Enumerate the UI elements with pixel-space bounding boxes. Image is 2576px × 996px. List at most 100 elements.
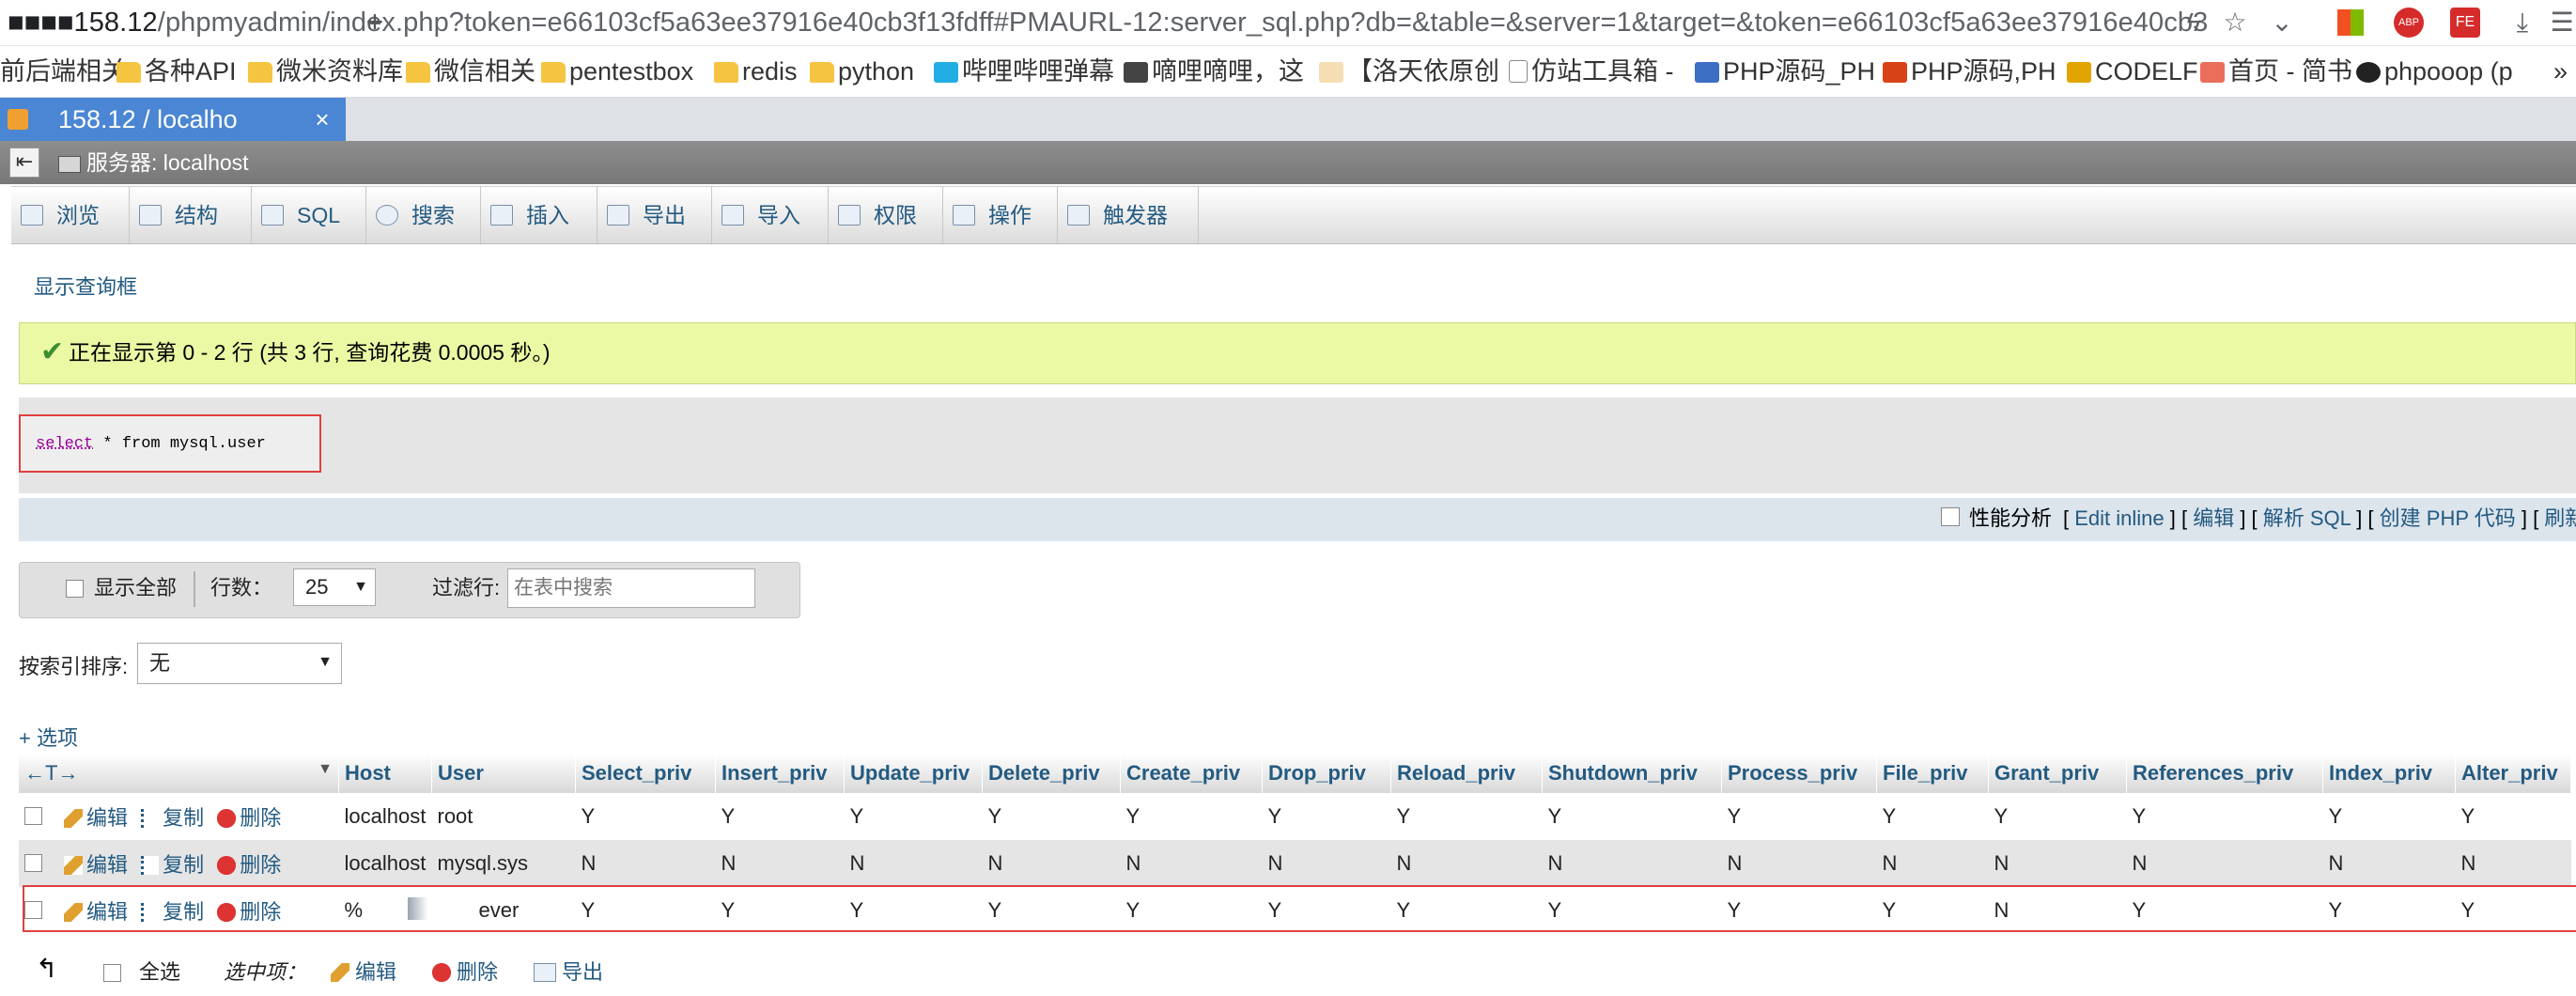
table-cell[interactable]: N xyxy=(1876,840,1989,887)
url-text[interactable]: ■■■■158.12/phpmyadmin/index.php?token=e6… xyxy=(8,6,2208,39)
check-all-label[interactable]: 全选 xyxy=(139,958,180,987)
row-checkbox[interactable] xyxy=(24,807,42,825)
column-header[interactable]: Drop_priv xyxy=(1262,754,1391,793)
table-cell[interactable]: Y xyxy=(982,887,1121,934)
edit-row-button[interactable]: 编辑 xyxy=(64,853,128,877)
menu-icon[interactable]: ☰ xyxy=(2548,8,2576,38)
table-cell[interactable]: Y xyxy=(2126,887,2323,934)
edit-inline-link[interactable]: Edit inline xyxy=(2074,506,2164,530)
bookmark-item[interactable]: CODELF xyxy=(2067,55,2198,87)
column-header[interactable]: Grant_priv xyxy=(1988,754,2127,793)
edit-row-button[interactable]: 编辑 xyxy=(64,900,128,924)
server-breadcrumb[interactable]: 服务器: localhost xyxy=(86,148,249,177)
close-icon[interactable]: × xyxy=(310,105,334,133)
table-cell[interactable]: Y xyxy=(1721,887,1877,934)
collapse-navigation-icon[interactable]: ⇤ xyxy=(9,148,39,178)
table-cell[interactable]: Y xyxy=(1120,793,1263,840)
table-cell[interactable]: Y xyxy=(844,793,983,840)
check-all-checkbox[interactable] xyxy=(103,964,121,982)
bookmark-item[interactable]: PHP源码_PH xyxy=(1695,55,1875,87)
lightning-icon[interactable]: ϟ xyxy=(2178,8,2210,38)
column-header[interactable]: File_priv xyxy=(1876,754,1989,793)
show-query-box-link[interactable]: 显示查询框 xyxy=(34,274,137,301)
tab-sql[interactable]: SQL xyxy=(252,187,366,243)
tab-insert[interactable]: 插入 xyxy=(481,187,597,243)
extension-windows-icon[interactable] xyxy=(2337,9,2364,36)
table-cell[interactable]: Y xyxy=(1262,887,1391,934)
table-cell[interactable]: N xyxy=(2126,840,2323,887)
table-cell[interactable]: Y xyxy=(1542,887,1722,934)
column-header[interactable]: References_priv xyxy=(2126,754,2323,793)
table-cell[interactable]: N xyxy=(1542,840,1722,887)
column-header[interactable]: Update_priv xyxy=(844,754,983,793)
bookmark-item[interactable]: 各种API xyxy=(116,55,237,87)
table-cell[interactable]: Y xyxy=(1876,793,1989,840)
column-header[interactable]: Host xyxy=(338,754,432,793)
table-cell[interactable]: Y xyxy=(1120,887,1263,934)
explain-sql-link[interactable]: 解析 SQL xyxy=(2263,506,2351,530)
table-cell[interactable]: N xyxy=(715,840,845,887)
table-cell[interactable]: N xyxy=(844,840,983,887)
table-cell[interactable]: localhost xyxy=(338,793,432,840)
column-header[interactable]: Reload_priv xyxy=(1390,754,1543,793)
tab-privileges[interactable]: 权限 xyxy=(829,187,943,243)
table-cell[interactable]: N xyxy=(1262,840,1391,887)
column-header[interactable]: Process_priv xyxy=(1721,754,1877,793)
table-row[interactable]: 编辑 复制 删除 localhost mysql.sys N N N N N N… xyxy=(19,840,2571,887)
copy-row-button[interactable]: 复制 xyxy=(141,806,204,830)
table-cell[interactable]: mysql.sys xyxy=(431,840,576,887)
table-cell[interactable]: Y xyxy=(982,793,1121,840)
table-cell[interactable]: Y xyxy=(2126,793,2323,840)
table-cell[interactable]: N xyxy=(575,840,716,887)
chevron-down-icon[interactable]: ⌄ xyxy=(2266,8,2298,38)
bulk-edit-button[interactable]: 编辑 xyxy=(331,958,396,987)
bookmark-item[interactable]: PHP源码,PH xyxy=(1883,55,2056,87)
profiling-checkbox[interactable] xyxy=(1941,507,1960,526)
table-cell[interactable]: Y xyxy=(1262,793,1391,840)
bookmark-item[interactable]: pentestbox xyxy=(541,55,693,87)
download-icon[interactable]: ⤓ xyxy=(2506,8,2538,38)
table-cell[interactable]: Y xyxy=(575,793,716,840)
table-row[interactable]: 编辑 复制 删除 localhost root Y Y Y Y Y Y Y Y … xyxy=(19,793,2571,840)
adblock-icon[interactable]: ABP xyxy=(2394,8,2424,38)
table-cell[interactable]: N xyxy=(1988,840,2127,887)
new-tab-button[interactable]: + xyxy=(359,6,391,38)
column-header[interactable]: Shutdown_priv xyxy=(1542,754,1722,793)
bookmark-star-icon[interactable]: ☆ xyxy=(2219,8,2251,38)
table-cell[interactable]: Y xyxy=(2455,887,2571,934)
bookmark-item[interactable]: 首页 - 简书 xyxy=(2200,55,2352,87)
table-cell[interactable]: Y xyxy=(1390,887,1543,934)
table-cell[interactable]: N xyxy=(1988,887,2127,934)
column-arrows-icon[interactable]: ←T→ xyxy=(24,761,78,785)
copy-row-button[interactable]: 复制 xyxy=(141,900,204,924)
delete-row-button[interactable]: 删除 xyxy=(217,900,281,924)
delete-row-button[interactable]: 删除 xyxy=(217,806,281,830)
table-cell[interactable]: Y xyxy=(715,793,845,840)
column-header[interactable]: User xyxy=(431,754,576,793)
bulk-delete-button[interactable]: 删除 xyxy=(432,958,498,987)
table-cell[interactable]: Y xyxy=(1542,793,1722,840)
sql-query-text[interactable]: select * from mysql.user xyxy=(36,433,266,456)
column-header[interactable]: Index_priv xyxy=(2322,754,2456,793)
copy-row-button[interactable]: 复制 xyxy=(141,853,204,877)
bookmark-item[interactable]: 【洛天依原创 xyxy=(1319,55,1499,87)
table-cell[interactable]: root xyxy=(431,793,576,840)
create-php-code-link[interactable]: 创建 PHP 代码 xyxy=(2380,506,2516,530)
row-checkbox[interactable] xyxy=(24,901,42,919)
table-cell[interactable]: Y xyxy=(1721,793,1877,840)
table-cell[interactable]: N xyxy=(2322,840,2456,887)
delete-row-button[interactable]: 删除 xyxy=(217,853,281,877)
bookmark-item[interactable]: 仿站工具箱 - xyxy=(1509,55,1674,87)
fe-extension-icon[interactable]: FE xyxy=(2450,8,2480,38)
tab-structure[interactable]: 结构 xyxy=(130,187,252,243)
table-cell[interactable]: Y xyxy=(575,887,716,934)
tab-import[interactable]: 导入 xyxy=(712,187,829,243)
table-cell[interactable]: Y xyxy=(2322,793,2456,840)
tab-search[interactable]: 搜索 xyxy=(366,187,481,243)
column-header[interactable]: Create_priv xyxy=(1120,754,1263,793)
filter-rows-input[interactable] xyxy=(507,568,755,608)
bookmark-item[interactable]: phpooop (p xyxy=(2356,55,2513,87)
show-all-checkbox[interactable] xyxy=(66,580,84,598)
bookmark-item[interactable]: 微米资料库 xyxy=(248,55,403,87)
column-header[interactable]: Insert_priv xyxy=(715,754,845,793)
